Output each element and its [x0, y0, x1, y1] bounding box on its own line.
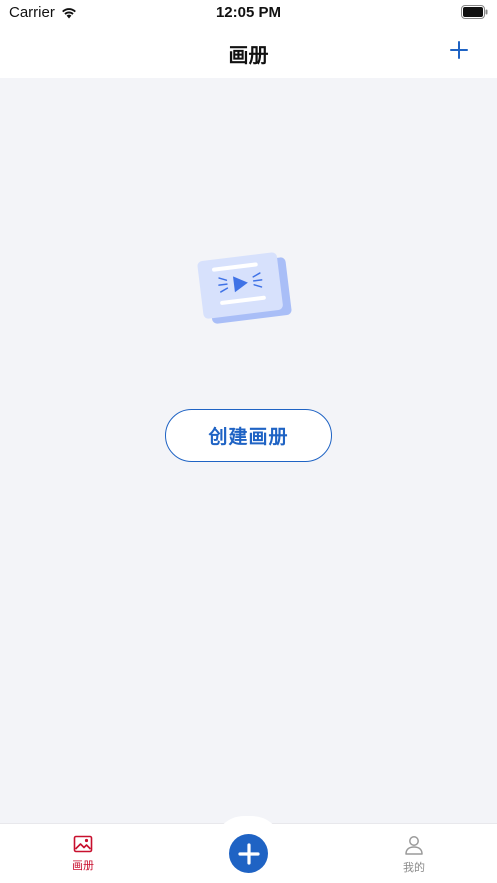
tab-albums[interactable]: 画册 [43, 835, 123, 881]
tab-mine-label: 我的 [403, 862, 425, 874]
tab-albums-label: 画册 [72, 860, 94, 872]
create-album-label: 创建画册 [208, 427, 289, 448]
page-title: 画册 [228, 45, 269, 67]
status-bar: Carrier 12:05 PM [0, 0, 497, 26]
add-album-button[interactable] [447, 38, 471, 62]
nav-bar: 画册 [0, 26, 497, 78]
create-album-button[interactable]: 创建画册 [165, 409, 332, 462]
album-icon [73, 835, 93, 853]
user-icon [405, 836, 423, 855]
plus-icon [237, 842, 260, 865]
status-time: 12:05 PM [215, 4, 282, 21]
tab-mine[interactable]: 我的 [374, 835, 454, 881]
battery-icon [461, 5, 488, 19]
center-add-button[interactable] [229, 834, 268, 873]
empty-album-illustration [197, 252, 292, 324]
